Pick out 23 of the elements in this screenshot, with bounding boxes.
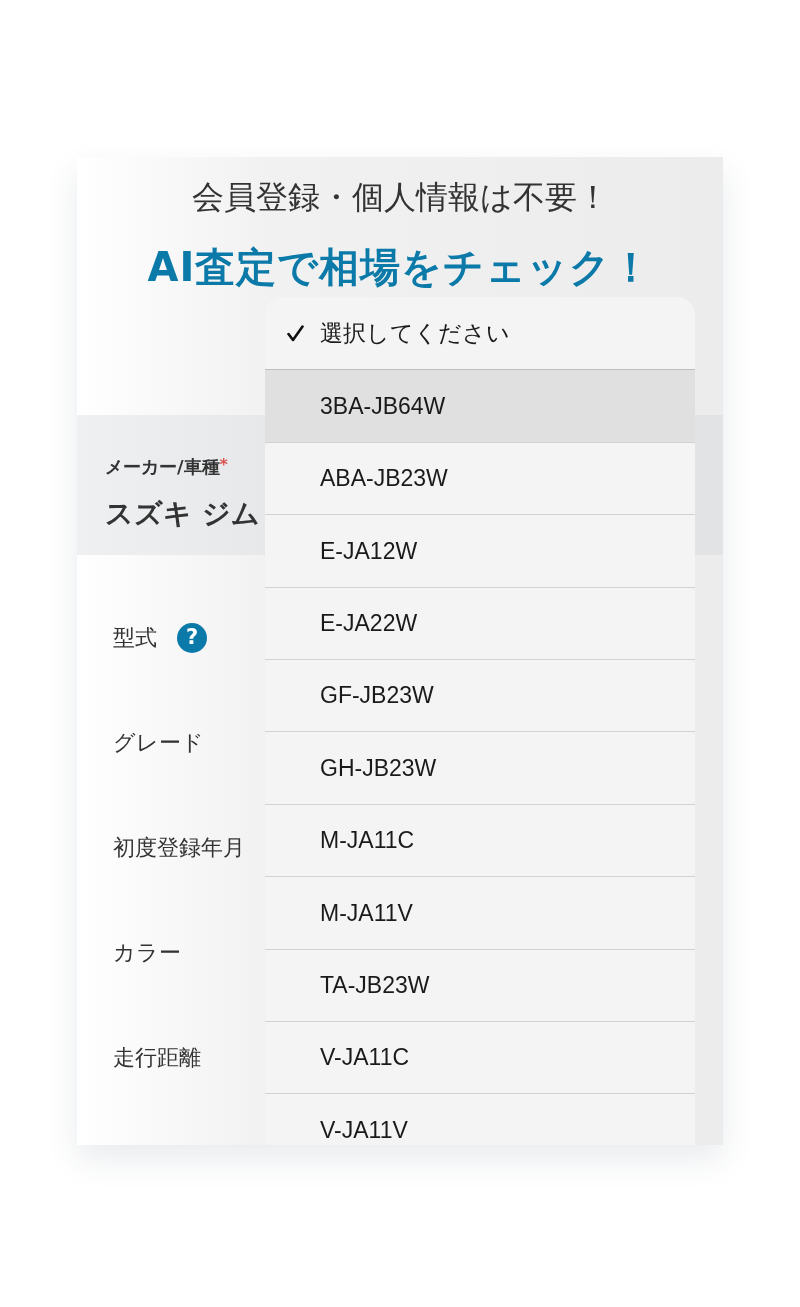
dropdown-option[interactable]: GF-JB23W	[265, 658, 695, 732]
field-label: 走行距離	[113, 1044, 201, 1072]
dropdown-option[interactable]: M-JA11V	[265, 876, 695, 949]
headline-text: AI査定で相場をチェック！	[147, 242, 653, 292]
help-icon[interactable]: ?	[177, 622, 207, 653]
subtitle-text: 会員登録・個人情報は不要！	[191, 177, 609, 218]
dropdown-option[interactable]: ABA-JB23W	[265, 441, 695, 515]
field-label: グレード	[113, 729, 204, 757]
field-label: メーカー/車種	[105, 455, 220, 479]
dropdown-option[interactable]: V-JA11C	[265, 1020, 695, 1094]
dropdown-option[interactable]: 選択してください	[265, 297, 695, 370]
dropdown-option[interactable]: TA-JB23W	[265, 948, 695, 1021]
dropdown-option[interactable]: E-JA22W	[265, 586, 695, 659]
dropdown-option[interactable]: V-JA11V	[265, 1093, 695, 1145]
dropdown-option[interactable]: E-JA12W	[265, 514, 695, 587]
field-label: 型式	[113, 624, 157, 652]
required-mark: *	[219, 455, 228, 474]
dropdown-option[interactable]: 3BA-JB64W	[265, 369, 695, 442]
field-label: カラー	[113, 939, 181, 967]
field-label: 初度登録年月	[113, 834, 245, 862]
selected-value: スズキ ジム	[105, 496, 260, 533]
dropdown-option[interactable]: GH-JB23W	[265, 731, 695, 804]
dropdown-option[interactable]: M-JA11C	[265, 803, 695, 877]
